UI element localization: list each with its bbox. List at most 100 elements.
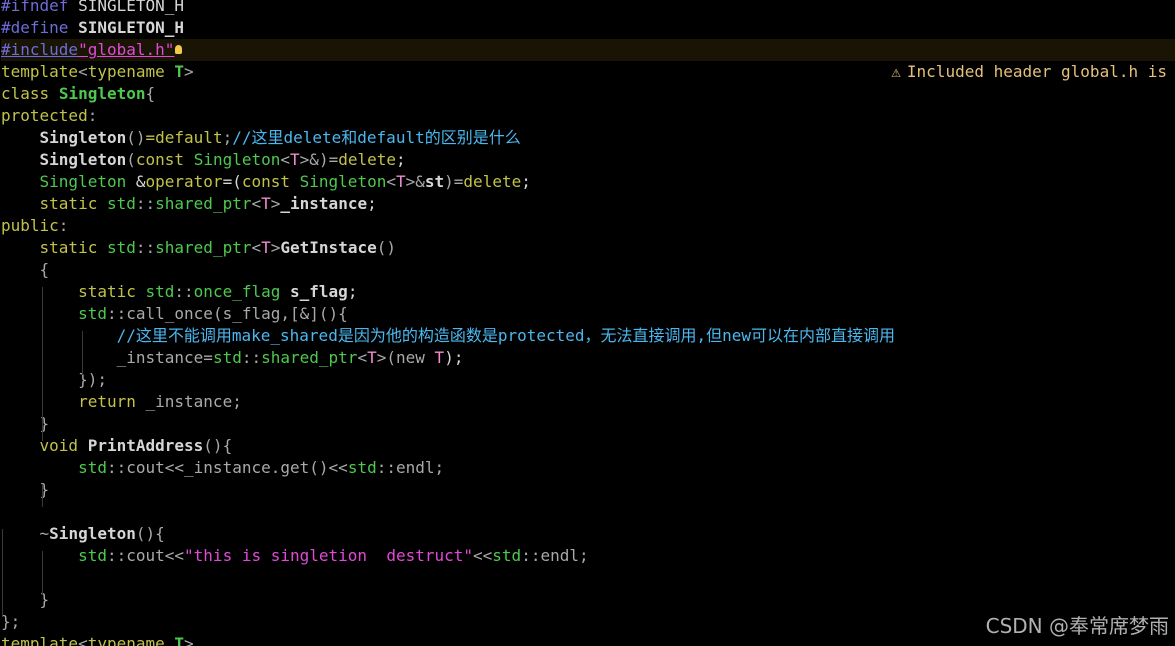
code-token: #define <box>1 18 69 37</box>
code-token: _instance <box>280 194 368 213</box>
code-token: typename <box>87 634 165 646</box>
code-token: < <box>386 172 396 191</box>
code-token: = <box>203 348 213 367</box>
code-editor[interactable]: #ifndef SINGLETON_H #define SINGLETON_H #i… <box>0 0 1175 646</box>
code-token: SINGLETON_H <box>68 18 185 37</box>
code-line[interactable]: //这里不能调用make_shared是因为他的构造函数是protected，无… <box>1 325 1175 347</box>
code-token: ; <box>347 282 358 301</box>
code-token: std <box>145 282 175 301</box>
watermark: CSDN @奉常席梦雨 <box>985 614 1169 638</box>
code-token: ( <box>386 348 396 367</box>
code-line[interactable]: } <box>1 479 1175 501</box>
code-token: void <box>39 436 79 455</box>
code-token: } <box>39 414 50 433</box>
code-token: const <box>135 150 185 169</box>
code-line[interactable]: Singleton(const Singleton<T>&)=delete; <box>1 149 1175 171</box>
inline-diagnostic[interactable]: ⚠ Included header global.h is <box>853 39 1167 81</box>
indent-guide <box>82 331 83 375</box>
code-line[interactable]: Singleton &operator=(const Singleton<T>&… <box>1 171 1175 193</box>
code-line[interactable]: ~Singleton(){ <box>1 523 1175 545</box>
code-line[interactable]: protected: <box>1 105 1175 127</box>
code-token: > <box>376 348 387 367</box>
code-line[interactable]: _instance=std::shared_ptr<T>(new T); <box>1 347 1175 369</box>
diagnostic-text: Included header global.h is <box>906 62 1167 81</box>
code-token: >& <box>405 172 425 191</box>
code-token: template <box>1 634 79 646</box>
lightbulb-icon[interactable] <box>175 45 183 54</box>
code-line[interactable]: #define SINGLETON_H <box>1 17 1175 39</box>
code-token: std <box>78 458 107 477</box>
code-token: >& <box>299 150 319 169</box>
code-line[interactable]: } <box>1 413 1175 435</box>
code-line[interactable]: public: <box>1 215 1175 237</box>
code-token: }; <box>1 612 21 631</box>
code-token: : <box>58 216 69 235</box>
code-token: std <box>78 304 107 323</box>
code-token: cout <box>126 546 165 565</box>
code-token: Singleton <box>58 84 146 103</box>
code-token: new <box>396 348 425 367</box>
code-line[interactable]: { <box>1 259 1175 281</box>
code-line[interactable]: void PrintAddress(){ <box>1 435 1175 457</box>
indent-guide <box>2 529 3 617</box>
code-token: Singleton <box>39 172 127 191</box>
code-line[interactable]: static std::once_flag s_flag; <box>1 281 1175 303</box>
code-token: template <box>1 62 79 81</box>
code-line[interactable]: std::cout<<"this is singletion destruct"… <box>1 545 1175 567</box>
code-line[interactable]: Singleton()=default;//这里delete和default的区… <box>1 127 1175 149</box>
code-token: < <box>280 150 291 169</box>
code-token: { <box>145 84 156 103</box>
indent-guide <box>42 485 43 507</box>
code-token: cout <box>126 458 165 477</box>
code-token: ; <box>367 194 377 213</box>
code-token: st <box>424 172 445 191</box>
code-token: ); <box>444 348 464 367</box>
code-token: default <box>155 128 223 147</box>
code-line[interactable]: static std::shared_ptr<T>GetInstace() <box>1 237 1175 259</box>
code-line[interactable]: #ifndef SINGLETON_H <box>1 0 1175 17</box>
code-token: > <box>184 62 194 81</box>
code-token: } <box>39 590 50 609</box>
code-token: :: <box>135 194 156 213</box>
code-token: () <box>126 128 146 147</box>
code-line[interactable] <box>1 501 1175 523</box>
code-token: once_flag <box>193 282 281 301</box>
code-token: std <box>212 348 242 367</box>
code-token: . <box>270 458 281 477</box>
code-token: > <box>184 634 194 646</box>
code-token: s_flag <box>222 304 281 323</box>
code-token: < <box>251 194 262 213</box>
code-token: :: <box>106 546 127 565</box>
code-token: T <box>174 634 185 646</box>
code-line[interactable]: }); <box>1 369 1175 391</box>
code-token: ; <box>434 458 445 477</box>
code-token: _instance <box>116 348 204 367</box>
code-line[interactable]: static std::shared_ptr<T>_instance; <box>1 193 1175 215</box>
code-token: std <box>78 546 107 565</box>
code-token: () <box>376 238 396 257</box>
code-token: endl <box>395 458 435 477</box>
code-line[interactable]: std::call_once(s_flag,[&](){ <box>1 303 1175 325</box>
code-line[interactable]: return _instance; <box>1 391 1175 413</box>
code-token: Singleton <box>49 524 136 543</box>
code-token: SINGLETON_H <box>68 0 185 15</box>
code-line[interactable] <box>1 567 1175 589</box>
code-token: :: <box>106 458 127 477</box>
code-line[interactable]: } <box>1 589 1175 611</box>
code-line[interactable]: std::cout<<_instance.get()<<std::endl; <box>1 457 1175 479</box>
code-line[interactable]: class Singleton{ <box>1 83 1175 105</box>
code-token: Singleton <box>39 128 127 147</box>
